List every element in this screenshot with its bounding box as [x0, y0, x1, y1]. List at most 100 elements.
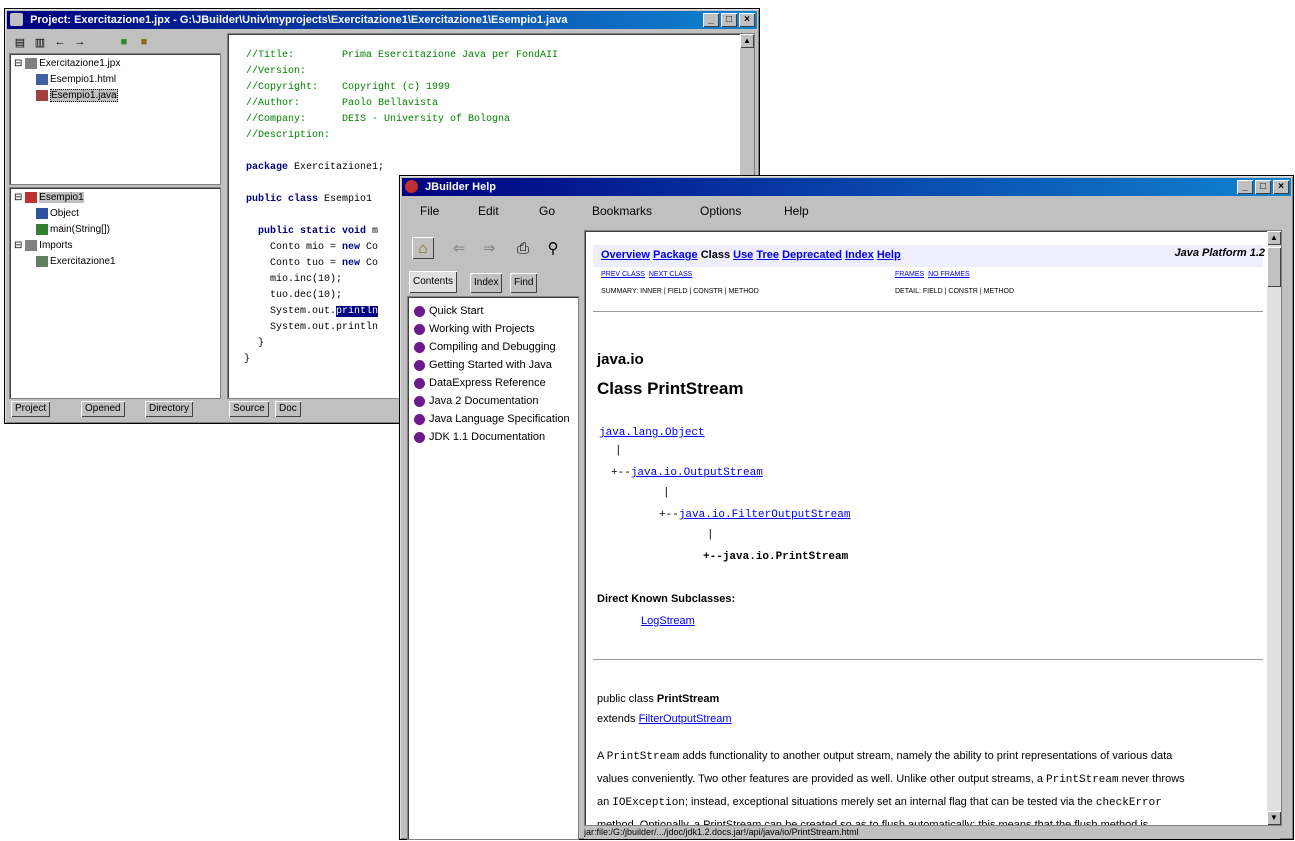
- toc-item[interactable]: Compiling and Debugging: [414, 341, 556, 353]
- minimize-button[interactable]: _: [703, 13, 719, 27]
- scroll-up-icon[interactable]: ▲: [1267, 231, 1281, 245]
- detail-links[interactable]: DETAIL: FIELD | CONSTR | METHOD: [895, 288, 1014, 295]
- back-icon[interactable]: ←: [49, 31, 71, 53]
- hierarchy-object-link[interactable]: java.lang.Object: [599, 427, 705, 439]
- toc-item[interactable]: JDK 1.1 Documentation: [414, 431, 545, 443]
- book-icon: [414, 323, 425, 335]
- book-icon: [414, 359, 425, 371]
- hierarchy-filteroutputstream-link[interactable]: java.io.FilterOutputStream: [679, 509, 851, 521]
- project-titlebar[interactable]: Project: Exercitazione1.jpx - G:\JBuilde…: [7, 11, 757, 29]
- nav-index[interactable]: Index: [845, 249, 874, 261]
- print-icon[interactable]: ⎙: [512, 237, 534, 259]
- tab-project[interactable]: Project: [11, 401, 51, 417]
- forward-arrow-icon[interactable]: ⇒: [478, 237, 500, 259]
- tree-item-project[interactable]: ⊟ Exercitazione1.jpx: [14, 58, 120, 69]
- hierarchy-outputstream-link[interactable]: java.io.OutputStream: [631, 467, 763, 479]
- nav-use[interactable]: Use: [733, 249, 753, 261]
- build-icon[interactable]: ■: [113, 31, 135, 53]
- menu-options[interactable]: Options: [700, 204, 741, 218]
- book-icon: [414, 395, 425, 407]
- close-button[interactable]: ×: [739, 13, 755, 27]
- tab-source[interactable]: Source: [229, 401, 269, 417]
- tree-item-java[interactable]: Esempio1.java: [36, 89, 118, 103]
- hierarchy-row: +--java.io.OutputStream: [611, 467, 763, 479]
- nav-overview[interactable]: Overview: [601, 249, 650, 261]
- menu-edit[interactable]: Edit: [478, 204, 499, 218]
- nav-help[interactable]: Help: [877, 249, 901, 261]
- project-window-title: Project: Exercitazione1.jpx - G:\JBuilde…: [30, 14, 568, 26]
- code-line: Conto mio = new Co: [258, 242, 379, 253]
- maximize-button[interactable]: □: [1255, 180, 1271, 194]
- code-line: //Author: Paolo Bellavista: [246, 98, 439, 109]
- menu-help[interactable]: Help: [784, 204, 809, 218]
- code-line: //Title: Prima Esercitazione Java per Fo…: [246, 50, 559, 61]
- tree-item-object[interactable]: Object: [36, 208, 79, 219]
- menu-file[interactable]: File: [420, 204, 439, 218]
- toc-item[interactable]: Quick Start: [414, 305, 483, 317]
- tab-opened[interactable]: Opened: [81, 401, 125, 417]
- code-line: System.out.println: [258, 306, 379, 317]
- help-titlebar[interactable]: JBuilder Help _ □ ×: [402, 178, 1291, 196]
- forward-icon[interactable]: →: [69, 31, 91, 53]
- no-frames-link[interactable]: NO FRAMES: [928, 271, 970, 278]
- minimize-button[interactable]: _: [1237, 180, 1253, 194]
- tree-item-imports[interactable]: ⊟ Imports: [14, 240, 73, 251]
- next-class-link[interactable]: NEXT CLASS: [649, 271, 692, 278]
- book-icon: [414, 431, 425, 443]
- frames-links: FRAMES NO FRAMES: [895, 271, 970, 278]
- find-binoculars-icon[interactable]: ⚲: [542, 237, 564, 259]
- scroll-thumb[interactable]: [1267, 247, 1281, 287]
- hierarchy-row: +--java.io.PrintStream: [703, 551, 849, 563]
- hierarchy-pipe: |: [663, 487, 670, 499]
- prev-class-link[interactable]: PREV CLASS: [601, 271, 645, 278]
- home-icon[interactable]: ⌂: [412, 237, 434, 259]
- code-line: }: [244, 354, 251, 365]
- toc-item[interactable]: Java Language Specification: [414, 413, 570, 425]
- menu-go[interactable]: Go: [539, 204, 555, 218]
- hierarchy-pipe: |: [707, 529, 714, 541]
- book-icon: [414, 413, 425, 425]
- tab-index[interactable]: Index: [470, 273, 503, 293]
- project-toolbar: ▤ ▥ ← → ■ ■: [9, 33, 229, 51]
- add-file-icon[interactable]: ▤: [9, 31, 31, 53]
- toc-item[interactable]: Getting Started with Java: [414, 359, 552, 371]
- extends-line: extends FilterOutputStream: [597, 713, 732, 725]
- menu-bookmarks[interactable]: Bookmarks: [592, 204, 652, 218]
- tab-contents[interactable]: Contents: [409, 271, 458, 293]
- code-line: //Description:: [246, 130, 331, 141]
- run-icon[interactable]: ■: [133, 31, 155, 53]
- toc-item[interactable]: Java 2 Documentation: [414, 395, 538, 407]
- nav-package[interactable]: Package: [653, 249, 698, 261]
- scroll-up-icon[interactable]: ▲: [740, 34, 754, 48]
- code-line: }: [258, 338, 265, 349]
- book-icon: [414, 305, 425, 317]
- description-paragraph: A PrintStream adds functionality to anot…: [597, 750, 1185, 826]
- tree-item-html[interactable]: Esempio1.html: [36, 74, 116, 85]
- remove-file-icon[interactable]: ▥: [29, 31, 51, 53]
- tab-directory[interactable]: Directory: [145, 401, 194, 417]
- back-arrow-icon[interactable]: ⇐: [448, 237, 470, 259]
- maximize-button[interactable]: □: [721, 13, 737, 27]
- code-line: //Copyright: Copyright (c) 1999: [246, 82, 451, 93]
- summary-links[interactable]: SUMMARY: INNER | FIELD | CONSTR | METHOD: [601, 288, 759, 295]
- toc-item[interactable]: DataExpress Reference: [414, 377, 546, 389]
- frames-link[interactable]: FRAMES: [895, 271, 924, 278]
- tree-item-import[interactable]: Exercitazione1: [36, 256, 116, 267]
- nav-tree[interactable]: Tree: [756, 249, 779, 261]
- nav-deprecated[interactable]: Deprecated: [782, 249, 842, 261]
- tab-doc[interactable]: Doc: [275, 401, 301, 417]
- scroll-down-icon[interactable]: ▼: [1267, 811, 1281, 825]
- extends-link[interactable]: FilterOutputStream: [639, 713, 732, 725]
- toc-item[interactable]: Working with Projects: [414, 323, 535, 335]
- app-icon: [10, 13, 23, 26]
- nav-class: Class: [700, 249, 731, 261]
- toc-panel: Quick Start Working with Projects Compil…: [407, 296, 579, 840]
- subclass-link[interactable]: LogStream: [641, 615, 695, 627]
- tree-item-class[interactable]: ⊟ Esempio1: [14, 192, 84, 204]
- book-icon: [414, 377, 425, 389]
- tree-item-main[interactable]: main(String[]): [36, 224, 110, 235]
- close-button[interactable]: ×: [1273, 180, 1289, 194]
- divider: [593, 659, 1263, 660]
- content-vscrollbar[interactable]: ▲ ▼: [1267, 231, 1281, 825]
- tab-find[interactable]: Find: [510, 273, 538, 293]
